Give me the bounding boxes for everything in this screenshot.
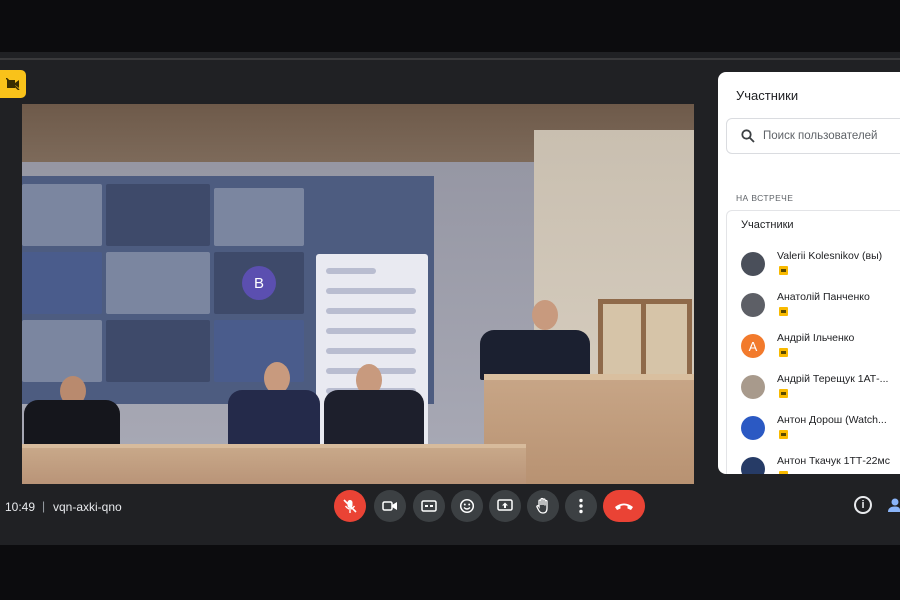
- participant-item[interactable]: Антон Ткачук 1ТТ-22мс: [727, 449, 900, 474]
- participant-avatar: А: [741, 334, 765, 358]
- participant-role-icon: [779, 389, 788, 398]
- participant-avatar: [741, 375, 765, 399]
- presidium-table: [22, 444, 526, 484]
- participant-name: Антон Дорош (Watch...: [777, 414, 887, 426]
- participants-group-header[interactable]: Участники: [726, 210, 900, 240]
- people-icon: [888, 498, 900, 512]
- participant-role-icon: [779, 307, 788, 316]
- present-screen-icon: [497, 499, 513, 511]
- participant-role-icon: [779, 471, 788, 474]
- participant-item[interactable]: А Андрій Ільченко: [727, 326, 900, 366]
- participant-avatar: [741, 457, 765, 474]
- participant-name: Антон Ткачук 1ТТ-22мс: [777, 455, 890, 467]
- info-icon: i: [861, 499, 865, 511]
- participant-role-icon: [779, 430, 788, 439]
- participant-item[interactable]: Антон Дорош (Watch...: [727, 408, 900, 448]
- raise-hand-button[interactable]: [527, 490, 559, 522]
- participant-name: Анатолій Панченко: [777, 291, 870, 303]
- participant-item[interactable]: Андрій Терещук 1АТ-...: [727, 367, 900, 407]
- participant-item[interactable]: Valerii Kolesnikov (вы): [727, 244, 900, 284]
- letterbox-top: [0, 0, 900, 52]
- separator: |: [42, 499, 46, 513]
- leave-call-button[interactable]: [603, 490, 645, 522]
- section-label: НА ВСТРЕЧЕ: [736, 193, 794, 203]
- meeting-code: vqn-axki-qno: [53, 500, 122, 514]
- captions-icon: [421, 500, 437, 512]
- letterbox-bottom: [0, 545, 900, 600]
- people-panel-button[interactable]: [886, 496, 900, 516]
- reactions-button[interactable]: [451, 490, 483, 522]
- participant-item[interactable]: Анатолій Панченко: [727, 285, 900, 325]
- top-divider: [0, 58, 900, 60]
- participant-avatar: [741, 416, 765, 440]
- search-input[interactable]: [763, 130, 893, 142]
- present-button[interactable]: [489, 490, 521, 522]
- captions-button[interactable]: [413, 490, 445, 522]
- main-video-tile[interactable]: B: [22, 104, 694, 484]
- participant-name: Андрій Терещук 1АТ-...: [777, 373, 889, 385]
- search-box[interactable]: [726, 118, 900, 154]
- participants-list: Valerii Kolesnikov (вы) Анатолій Панченко…: [726, 240, 900, 474]
- participant-role-icon: [779, 348, 788, 357]
- emoji-icon: [459, 498, 475, 514]
- participant-avatar: [741, 293, 765, 317]
- panel-title: Участники: [736, 88, 799, 103]
- mic-toggle-button[interactable]: [334, 490, 366, 522]
- call-end-icon: [615, 503, 633, 510]
- meeting-details-button[interactable]: i: [854, 496, 872, 514]
- participant-name: Valerii Kolesnikov (вы): [777, 250, 883, 262]
- meet-window: B Участники Поиск пользователей НА ВСТРЕ…: [0, 52, 900, 545]
- camera-off-badge-icon[interactable]: [0, 70, 26, 98]
- participant-role-icon: [779, 266, 788, 275]
- search-icon: [741, 129, 755, 143]
- more-vert-icon: [579, 498, 583, 514]
- participants-panel: Участники НА ВСТРЕЧЕ Участники Valerii K…: [718, 72, 900, 474]
- raise-hand-icon: [536, 497, 548, 514]
- camera-toggle-button[interactable]: [374, 490, 406, 522]
- video-camera-icon: [382, 501, 397, 511]
- mic-off-icon: [343, 499, 357, 513]
- more-options-button[interactable]: [565, 490, 597, 522]
- control-bar: 10:49 | vqn-axki-qno i: [0, 484, 900, 545]
- participant-name: Андрій Ільченко: [777, 332, 855, 344]
- screen-avatar: B: [242, 266, 276, 300]
- meeting-time: 10:49: [5, 500, 36, 514]
- participant-avatar: [741, 252, 765, 276]
- room-window: [598, 299, 692, 379]
